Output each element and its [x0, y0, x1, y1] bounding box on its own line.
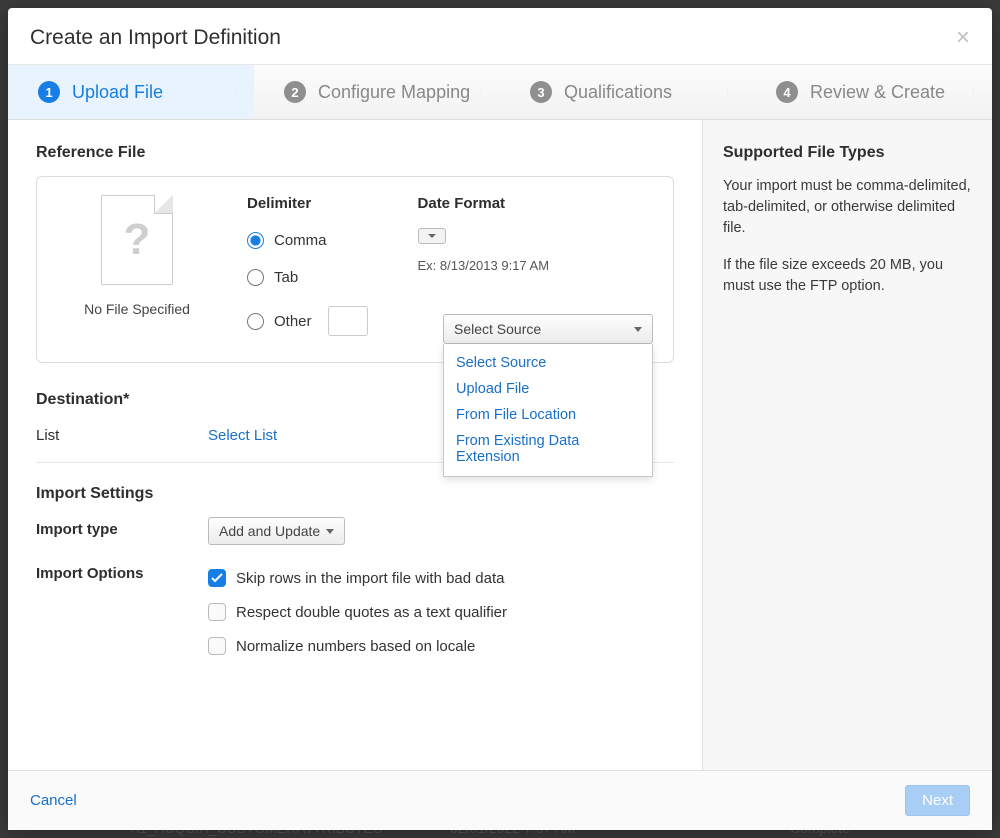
delimiter-other-input[interactable] — [328, 306, 368, 336]
delimiter-other-radio[interactable]: Other — [247, 300, 368, 342]
dropdown-value: Add and Update — [219, 523, 320, 539]
import-settings-heading: Import Settings — [36, 485, 674, 503]
delimiter-heading: Delimiter — [247, 195, 368, 212]
date-format-heading: Date Format — [418, 195, 550, 212]
checkbox-label: Normalize numbers based on locale — [236, 638, 475, 655]
step-qualifications[interactable]: 3 Qualifications — [500, 65, 746, 119]
delimiter-group: Delimiter Comma Tab Other — [247, 195, 368, 342]
source-option-existing-de[interactable]: From Existing Data Extension — [444, 428, 652, 470]
source-option-select-source[interactable]: Select Source — [444, 350, 652, 376]
list-label: List — [36, 423, 196, 444]
radio-label: Comma — [274, 232, 327, 249]
delimiter-comma-radio[interactable]: Comma — [247, 226, 368, 255]
step-num-3: 3 — [530, 81, 552, 103]
dropdown-value: Select Source — [454, 321, 541, 337]
checkbox-label: Respect double quotes as a text qualifie… — [236, 604, 507, 621]
option-respect-quotes[interactable]: Respect double quotes as a text qualifie… — [208, 595, 507, 629]
select-source-dropdown[interactable]: Select Source Select Source Upload File … — [443, 314, 653, 344]
import-options-label: Import Options — [36, 561, 196, 582]
checkbox-icon[interactable] — [208, 637, 226, 655]
side-panel: Supported File Types Your import must be… — [702, 120, 992, 770]
radio-input[interactable] — [247, 232, 264, 249]
import-type-label: Import type — [36, 517, 196, 538]
modal-body: Reference File ? No File Specified Delim… — [8, 120, 992, 770]
file-preview: ? No File Specified — [57, 195, 217, 342]
step-label: Review & Create — [810, 82, 945, 103]
step-configure-mapping[interactable]: 2 Configure Mapping — [254, 65, 500, 119]
date-format-dropdown[interactable] — [418, 228, 446, 244]
import-definition-modal: Create an Import Definition × 1 Upload F… — [8, 8, 992, 830]
step-label: Upload File — [72, 82, 163, 103]
select-source-button[interactable]: Select Source — [443, 314, 653, 344]
import-options-list: Skip rows in the import file with bad da… — [208, 561, 507, 663]
chevron-down-icon — [634, 327, 642, 332]
radio-label: Other — [274, 313, 312, 330]
modal-title: Create an Import Definition — [30, 26, 281, 50]
no-file-label: No File Specified — [84, 301, 190, 317]
option-skip-bad-rows[interactable]: Skip rows in the import file with bad da… — [208, 561, 507, 595]
checkbox-label: Skip rows in the import file with bad da… — [236, 570, 504, 587]
modal-footer: Cancel Next — [8, 770, 992, 830]
step-num-4: 4 — [776, 81, 798, 103]
option-normalize-numbers[interactable]: Normalize numbers based on locale — [208, 629, 507, 663]
file-placeholder-icon: ? — [101, 195, 173, 285]
main-column: Reference File ? No File Specified Delim… — [8, 120, 702, 770]
step-label: Configure Mapping — [318, 82, 470, 103]
chevron-down-icon — [326, 529, 334, 534]
next-button[interactable]: Next — [905, 785, 970, 816]
radio-label: Tab — [274, 269, 298, 286]
close-icon[interactable]: × — [956, 26, 970, 50]
cancel-button[interactable]: Cancel — [30, 792, 77, 809]
date-format-example: Ex: 8/13/2013 9:17 AM — [418, 258, 550, 273]
radio-input[interactable] — [247, 269, 264, 286]
select-list-link[interactable]: Select List — [208, 423, 277, 444]
wizard-stepper: 1 Upload File 2 Configure Mapping 3 Qual… — [8, 65, 992, 120]
import-type-dropdown[interactable]: Add and Update — [208, 517, 345, 545]
step-review-create[interactable]: 4 Review & Create — [746, 65, 992, 119]
source-option-upload-file[interactable]: Upload File — [444, 376, 652, 402]
checkbox-icon[interactable] — [208, 569, 226, 587]
supported-types-heading: Supported File Types — [723, 144, 972, 162]
step-upload-file[interactable]: 1 Upload File — [8, 65, 254, 119]
step-label: Qualifications — [564, 82, 672, 103]
import-options-row: Import Options Skip rows in the import f… — [36, 561, 674, 663]
step-num-2: 2 — [284, 81, 306, 103]
select-source-menu: Select Source Upload File From File Loca… — [443, 344, 653, 477]
supported-types-p2: If the file size exceeds 20 MB, you must… — [723, 255, 972, 297]
delimiter-tab-radio[interactable]: Tab — [247, 263, 368, 292]
reference-file-heading: Reference File — [36, 144, 674, 162]
supported-types-p1: Your import must be comma-delimited, tab… — [723, 176, 972, 239]
reference-file-box: ? No File Specified Delimiter Comma Tab — [36, 176, 674, 363]
source-option-file-location[interactable]: From File Location — [444, 402, 652, 428]
modal-header: Create an Import Definition × — [8, 8, 992, 65]
import-type-row: Import type Add and Update — [36, 517, 674, 545]
step-num-1: 1 — [38, 81, 60, 103]
radio-input[interactable] — [247, 313, 264, 330]
checkbox-icon[interactable] — [208, 603, 226, 621]
